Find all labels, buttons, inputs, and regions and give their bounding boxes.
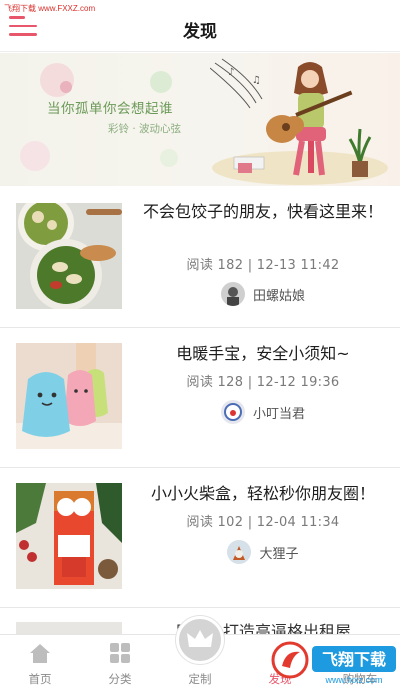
watermark-bottom-text: 飞翔下载 — [322, 650, 386, 669]
article-thumbnail-3 — [16, 483, 122, 589]
article-meta-2: 阅读 128 | 12-12 19:36 — [186, 375, 340, 390]
article-card-3[interactable]: 小小火柴盒，轻松秒你朋友圈！ 阅读 102 | 12-04 11:34 大狸子 — [0, 466, 400, 608]
custom-center-button[interactable] — [176, 616, 224, 664]
article-thumbnail-1 — [16, 203, 122, 309]
article-title-2[interactable]: 电暖手宝，安全小须知~ — [140, 342, 386, 366]
tab-label: 首页 — [28, 672, 52, 686]
grid-icon — [110, 643, 130, 663]
article-author-3: 大狸子 — [140, 540, 386, 564]
tab-label: 定制 — [188, 672, 212, 686]
author-name-3: 大狸子 — [259, 546, 299, 562]
svg-text:♪: ♪ — [228, 67, 234, 78]
watermark-bottom: 飞翔下载 www.fxxz.com — [271, 641, 396, 685]
avatar — [227, 540, 252, 564]
avatar — [220, 282, 245, 306]
tab-label: 分类 — [108, 672, 132, 686]
article-author-2: 小叮当君 — [140, 400, 386, 424]
avatar — [220, 400, 245, 424]
crown-icon — [187, 630, 213, 647]
tab-home[interactable]: 首页 — [0, 635, 80, 686]
author-name-1: 田螺姑娘 — [252, 288, 305, 304]
banner-subline: 彩铃 · 波动心弦 — [108, 123, 182, 135]
article-author-1: 田螺姑娘 — [140, 282, 386, 306]
article-meta-3: 阅读 102 | 12-04 11:34 — [186, 515, 340, 530]
article-title-3[interactable]: 小小火柴盒，轻松秒你朋友圈！ — [140, 482, 386, 506]
home-icon — [30, 644, 50, 663]
article-card-1[interactable]: 不会包饺子的朋友，快看这里来！ 阅读 182 | 12-13 11:42 田螺姑… — [0, 186, 400, 328]
tab-category[interactable]: 分类 — [80, 635, 160, 686]
promo-banner[interactable]: 当你孤单你会想起谁 彩铃 · 波动心弦 ♪ ♫ — [0, 53, 400, 186]
guitar-girl-illustration: ♪ ♫ — [210, 58, 372, 177]
author-name-2: 小叮当君 — [252, 406, 305, 422]
article-card-2[interactable]: 电暖手宝，安全小须知~ 阅读 128 | 12-12 19:36 小叮当君 — [0, 326, 400, 468]
article-title-1[interactable]: 不会包饺子的朋友，快看这里来！ — [140, 200, 386, 224]
article-meta-1: 阅读 182 | 12-13 11:42 — [186, 258, 340, 273]
watermark-bottom-url: www.fxxz.com — [324, 675, 382, 685]
banner-headline: 当你孤单你会想起谁 — [47, 101, 173, 117]
svg-text:♫: ♫ — [252, 75, 261, 86]
article-thumbnail-2 — [16, 343, 122, 449]
watermark-top: 飞翔下载 www.FXXZ.com — [4, 4, 96, 13]
page-title: 发现 — [183, 22, 217, 42]
